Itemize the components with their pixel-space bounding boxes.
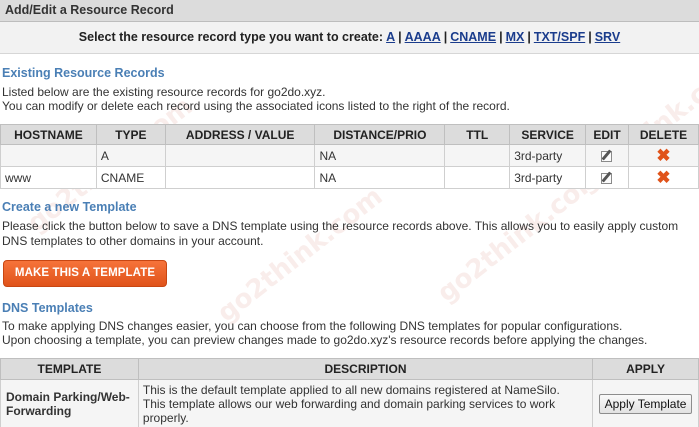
dns-templates-table: TEMPLATE DESCRIPTION APPLY Domain Parkin… [0, 358, 699, 427]
edit-icon[interactable] [600, 149, 614, 163]
template-name-line: Forwarding [6, 403, 72, 418]
col-delete: DELETE [628, 124, 699, 145]
record-type-link-txt-spf[interactable]: TXT/SPF [534, 30, 585, 44]
col-template: TEMPLATE [0, 358, 139, 380]
type-cell: A [95, 144, 166, 167]
template-description-line: properly. [142, 410, 189, 425]
existing-records-title: Existing Resource Records [2, 66, 165, 80]
page-title: Add/Edit a Resource Record [0, 0, 699, 22]
delete-cell: ✖ [628, 144, 699, 167]
service-cell: 3rd-party [509, 166, 587, 189]
dns-templates-desc-2: Upon choosing a template, you can previe… [2, 333, 648, 347]
record-type-prompt: Select the resource record type you want… [78, 30, 384, 44]
table-header-row: TEMPLATE DESCRIPTION APPLY [0, 358, 699, 380]
col-edit: EDIT [585, 124, 630, 145]
resource-records-table: HOSTNAME TYPE ADDRESS / VALUE DISTANCE/P… [0, 124, 699, 189]
template-description-cell: This is the default template applied to … [137, 379, 594, 427]
table-row: Domain Parking/Web- Forwarding This is t… [0, 379, 699, 427]
record-type-link-cname[interactable]: CNAME [450, 30, 496, 44]
template-name-cell: Domain Parking/Web- Forwarding [0, 379, 139, 427]
col-type: TYPE [95, 124, 166, 145]
separator: | [398, 30, 402, 44]
col-distance-prio: DISTANCE/PRIO [314, 124, 446, 145]
hostname-cell [0, 144, 97, 167]
existing-records-desc-2: You can modify or delete each record usi… [2, 99, 510, 113]
ttl-cell [444, 166, 511, 189]
edit-cell [585, 144, 630, 167]
table-row: www CNAME NA 3rd-party ✖ [0, 166, 699, 189]
record-type-link-mx[interactable]: MX [506, 30, 525, 44]
value-cell [164, 144, 316, 167]
col-apply: APPLY [592, 358, 699, 380]
delete-cell: ✖ [628, 166, 699, 189]
create-template-desc-1: Please click the button below to save a … [2, 219, 679, 233]
apply-cell: Apply Template [592, 379, 699, 427]
type-cell: CNAME [95, 166, 166, 189]
edit-cell [585, 166, 630, 189]
create-template-desc-2: DNS templates to other domains in your a… [2, 234, 264, 248]
col-ttl: TTL [444, 124, 511, 145]
edit-icon[interactable] [600, 171, 614, 185]
create-template-title: Create a new Template [2, 200, 137, 214]
record-type-link-srv[interactable]: SRV [595, 30, 620, 44]
distance-cell: NA [314, 144, 446, 167]
table-header-row: HOSTNAME TYPE ADDRESS / VALUE DISTANCE/P… [0, 124, 699, 145]
dns-templates-title: DNS Templates [2, 301, 93, 315]
record-type-link-aaaa[interactable]: AAAA [405, 30, 441, 44]
apply-template-button[interactable]: Apply Template [598, 393, 693, 414]
delete-icon[interactable]: ✖ [656, 168, 670, 187]
col-description: DESCRIPTION [137, 358, 594, 380]
value-cell [164, 166, 316, 189]
delete-icon[interactable]: ✖ [656, 146, 670, 165]
col-address-value: ADDRESS / VALUE [164, 124, 316, 145]
separator: | [527, 30, 531, 44]
template-description-line: This is the default template applied to … [142, 382, 560, 397]
service-cell: 3rd-party [509, 144, 587, 167]
table-row: A NA 3rd-party ✖ [0, 144, 699, 167]
col-hostname: HOSTNAME [0, 124, 97, 145]
hostname-cell: www [0, 166, 97, 189]
record-type-link-a[interactable]: A [386, 30, 395, 44]
template-description-line: This template allows our web forwarding … [142, 396, 556, 411]
watermark: go2think.com [212, 181, 389, 329]
separator: | [588, 30, 592, 44]
separator: | [499, 30, 503, 44]
distance-cell: NA [314, 166, 446, 189]
col-service: SERVICE [509, 124, 587, 145]
template-name-line: Domain Parking/Web- [6, 389, 130, 404]
ttl-cell [444, 144, 511, 167]
separator: | [443, 30, 448, 44]
make-template-button[interactable]: MAKE THIS A TEMPLATE [3, 260, 167, 287]
record-type-selector: Select the resource record type you want… [0, 22, 699, 54]
